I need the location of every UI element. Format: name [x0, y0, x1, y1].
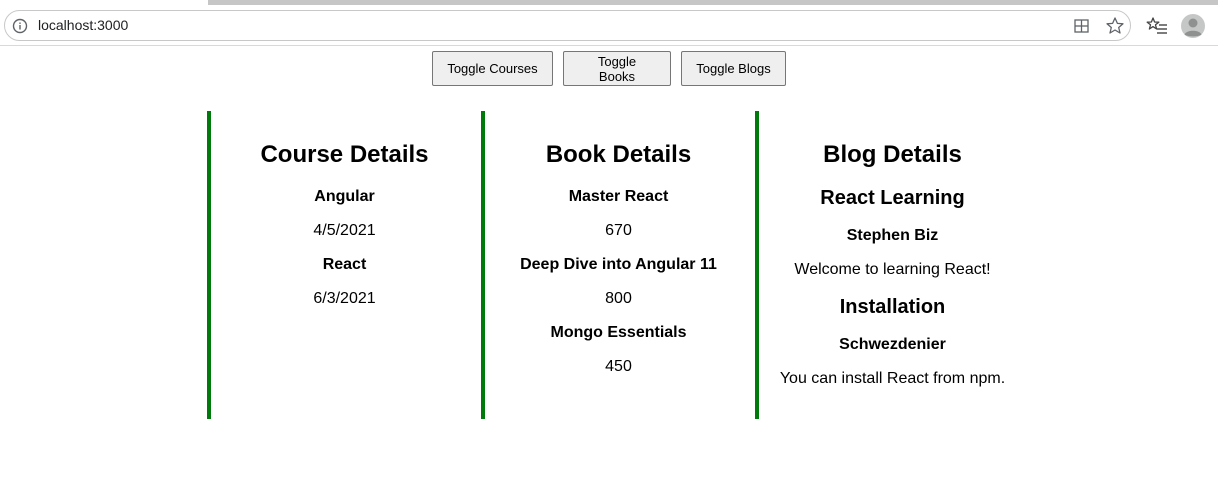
site-info-icon[interactable]: [12, 18, 28, 34]
toggle-bar: Toggle Courses Toggle Books Toggle Blogs: [0, 51, 1218, 86]
course-name: React: [322, 256, 367, 273]
book-name: Master React: [568, 188, 669, 205]
book-name: Mongo Essentials: [550, 324, 687, 341]
address-url[interactable]: localhost:3000: [38, 17, 128, 33]
course-details-panel: Course Details Angular 4/5/2021 React 6/…: [207, 111, 478, 419]
course-date: 6/3/2021: [313, 290, 376, 307]
book-details-panel: Book Details Master React 670 Deep Dive …: [481, 111, 752, 419]
favorites-list-icon[interactable]: [1146, 16, 1168, 36]
book-name: Deep Dive into Angular 11: [520, 256, 717, 273]
profile-avatar-icon[interactable]: [1180, 13, 1206, 39]
toggle-courses-button[interactable]: Toggle Courses: [432, 51, 553, 86]
toggle-blogs-button[interactable]: Toggle Blogs: [681, 51, 786, 86]
book-details-heading: Book Details: [545, 141, 692, 168]
blog-details-heading: Blog Details: [823, 141, 962, 168]
address-bar[interactable]: localhost:3000: [4, 10, 1131, 41]
course-date: 4/5/2021: [313, 222, 376, 239]
blog-details-panel: Blog Details React Learning Stephen Biz …: [755, 111, 1026, 419]
course-details-heading: Course Details: [260, 141, 429, 168]
book-price: 450: [605, 358, 632, 375]
blog-title: React Learning: [820, 187, 965, 209]
browser-toolbar: localhost:3000: [0, 5, 1218, 46]
blog-title: Installation: [839, 296, 946, 318]
bookmark-star-icon[interactable]: [1105, 16, 1125, 36]
book-price: 800: [605, 290, 632, 307]
blog-author: Schwezdenier: [839, 336, 946, 353]
blog-author: Stephen Biz: [846, 227, 939, 244]
toggle-books-button[interactable]: Toggle Books: [563, 51, 671, 86]
book-price: 670: [605, 222, 632, 239]
blog-content: You can install React from npm.: [779, 370, 1006, 387]
blog-content: Welcome to learning React!: [794, 261, 991, 278]
install-app-icon[interactable]: [1073, 17, 1091, 35]
course-name: Angular: [314, 188, 375, 205]
